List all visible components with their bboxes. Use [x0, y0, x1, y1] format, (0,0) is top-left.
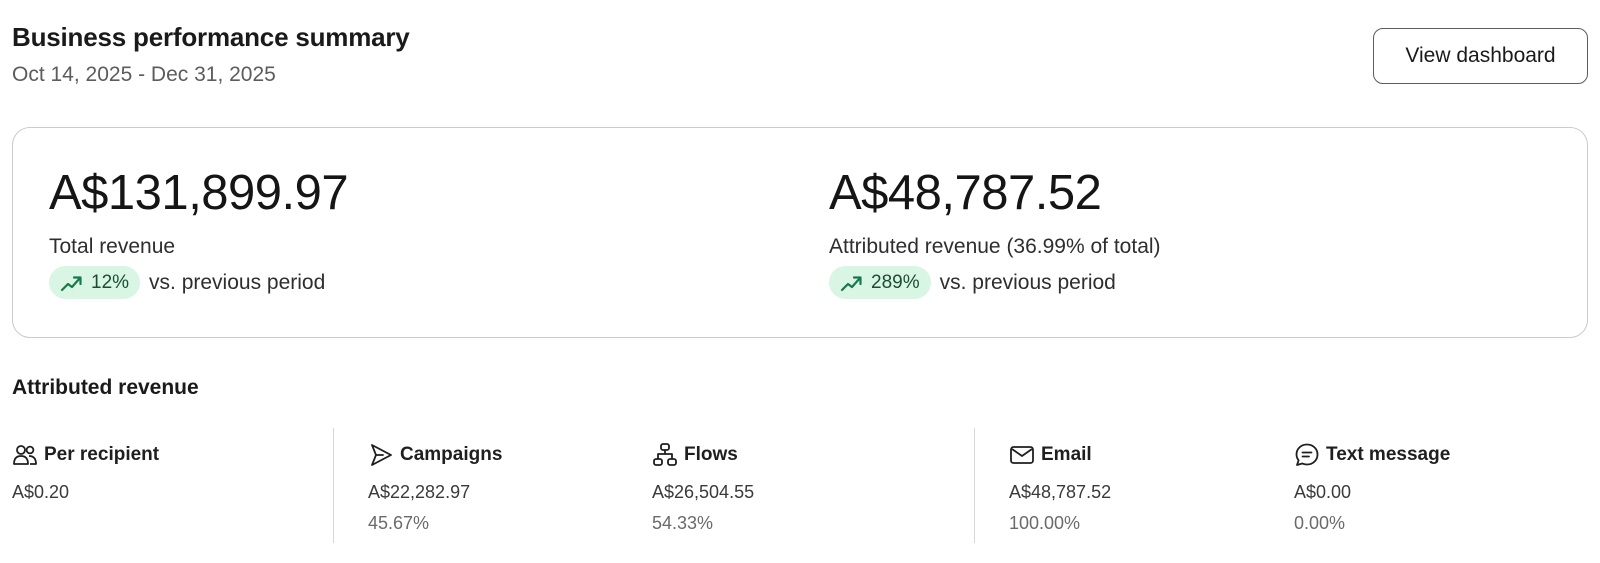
send-icon: [371, 444, 392, 466]
breakdown-value: A$26,504.55: [652, 482, 755, 502]
date-range: Oct 14, 2025 - Dec 31, 2025: [12, 63, 276, 86]
breakdown-item-per-recipient: Per recipient A$0.20: [12, 442, 159, 503]
breakdown-value: A$48,787.52: [1009, 482, 1112, 502]
page-header: Business performance summary Oct 14, 202…: [12, 22, 1588, 92]
breakdown-label: Flows: [684, 444, 738, 465]
change-badge: 289%: [829, 266, 931, 299]
attributed-revenue-heading: Attributed revenue: [12, 376, 199, 399]
breakdown-value: A$0.00: [1294, 482, 1352, 502]
breakdown-label: Email: [1041, 444, 1092, 465]
trending-up-icon: [840, 275, 862, 291]
users-icon: [13, 445, 37, 465]
change-percent: 12%: [91, 271, 130, 293]
breakdown-item-campaigns: Campaigns A$22,282.97 45.67%: [368, 442, 502, 534]
attributed-revenue-breakdown: Per recipient A$0.20 Campaigns A$22,282.…: [12, 428, 1588, 550]
total-revenue-label: Total revenue: [49, 235, 176, 258]
breakdown-label: Text message: [1326, 444, 1451, 465]
attributed-revenue-metric: A$48,787.52 Attributed revenue (36.99% o…: [829, 163, 1161, 299]
breakdown-item-text-message: Text message A$0.00 0.00%: [1294, 442, 1450, 534]
flow-icon: [653, 443, 677, 466]
column-divider: [974, 428, 975, 543]
revenue-summary-card: A$131,899.97 Total revenue 12% vs. previ…: [12, 127, 1588, 338]
view-dashboard-button[interactable]: View dashboard: [1373, 28, 1588, 84]
total-revenue-value: A$131,899.97: [49, 166, 349, 220]
breakdown-label: Per recipient: [44, 444, 160, 465]
breakdown-percent: 45.67%: [368, 513, 430, 533]
change-percent: 289%: [871, 271, 920, 293]
page-title: Business performance summary: [12, 22, 410, 52]
mail-icon: [1010, 446, 1034, 464]
breakdown-percent: 0.00%: [1294, 513, 1346, 533]
change-suffix: vs. previous period: [939, 270, 1116, 294]
breakdown-item-flows: Flows A$26,504.55 54.33%: [652, 442, 754, 534]
total-revenue-change: 12% vs. previous period: [49, 266, 348, 299]
total-revenue-metric: A$131,899.97 Total revenue 12% vs. previ…: [49, 163, 349, 299]
breakdown-item-email: Email A$48,787.52 100.00%: [1009, 442, 1111, 534]
attributed-revenue-change: 289% vs. previous period: [829, 266, 1161, 299]
column-divider: [333, 428, 334, 543]
attributed-revenue-value: A$48,787.52: [829, 166, 1102, 220]
message-icon: [1295, 443, 1319, 466]
breakdown-percent: 100.00%: [1009, 513, 1081, 533]
trending-up-icon: [60, 275, 82, 291]
breakdown-label: Campaigns: [400, 444, 503, 465]
change-badge: 12%: [49, 266, 141, 299]
attributed-revenue-label: Attributed revenue (36.99% of total): [829, 235, 1161, 258]
breakdown-percent: 54.33%: [652, 513, 714, 533]
breakdown-value: A$0.20: [12, 482, 70, 502]
change-suffix: vs. previous period: [149, 270, 326, 294]
breakdown-value: A$22,282.97: [368, 482, 471, 502]
